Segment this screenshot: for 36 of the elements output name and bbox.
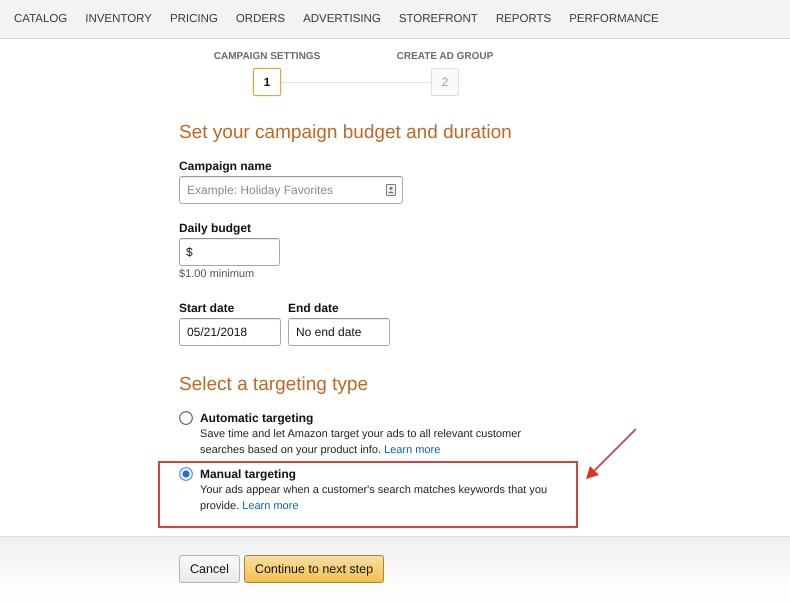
option-label: Automatic targeting bbox=[200, 410, 314, 426]
field-label: Daily budget bbox=[179, 220, 252, 236]
currency-prefix: $ bbox=[186, 244, 193, 261]
radio-button[interactable] bbox=[179, 411, 193, 425]
budget-input-field[interactable] bbox=[179, 238, 280, 266]
field-label: Campaign name bbox=[179, 158, 273, 174]
cancel-button[interactable]: Cancel bbox=[179, 555, 240, 583]
nav-menu-item[interactable]: CATALOG bbox=[14, 13, 68, 25]
radio-button[interactable] bbox=[179, 467, 193, 481]
step-number: 2 bbox=[431, 68, 459, 96]
option-description: Your ads appear when a customer's search matches keywords that you provide. Learn more bbox=[200, 483, 548, 514]
text-input-field[interactable]: Example: Holiday Favorites bbox=[179, 176, 403, 204]
learn-more-link[interactable]: Learn more bbox=[384, 444, 440, 456]
step-number: 1 bbox=[253, 68, 281, 96]
nav-menu-item[interactable]: ORDERS bbox=[236, 13, 286, 25]
field-hint: $1.00 minimum bbox=[179, 267, 256, 281]
field-label: End date bbox=[288, 300, 340, 316]
nav-menu-item[interactable]: PRICING bbox=[170, 13, 218, 25]
learn-more-link[interactable]: Learn more bbox=[242, 500, 298, 512]
option-label: Manual targeting bbox=[200, 466, 298, 482]
nav-menu-item[interactable]: INVENTORY bbox=[85, 13, 152, 25]
section-heading: Select a targeting type bbox=[179, 373, 370, 397]
field-label: Start date bbox=[179, 300, 236, 316]
option-description: Save time and let Amazon target your ads to all relevant customer searches based on your product info. Learn more bbox=[200, 427, 522, 458]
nav-menu-item[interactable]: REPORTS bbox=[496, 13, 552, 25]
nav-menu-item[interactable]: ADVERTISING bbox=[303, 13, 381, 25]
step-label: CREATE AD GROUP bbox=[396, 51, 494, 63]
nav-menu-item[interactable]: STOREFRONT bbox=[398, 13, 478, 25]
date-input-field[interactable]: 05/21/2018 bbox=[179, 318, 281, 346]
step-label: CAMPAIGN SETTINGS bbox=[214, 51, 320, 63]
contact-card-icon bbox=[386, 184, 396, 196]
section-heading: Set your campaign budget and duration bbox=[179, 121, 513, 145]
continue-button[interactable]: Continue to next step bbox=[244, 555, 384, 583]
nav-menu-item[interactable]: PERFORMANCE bbox=[569, 13, 659, 25]
date-input-field[interactable]: No end date bbox=[288, 318, 390, 346]
annotation-arrow bbox=[585, 428, 637, 480]
